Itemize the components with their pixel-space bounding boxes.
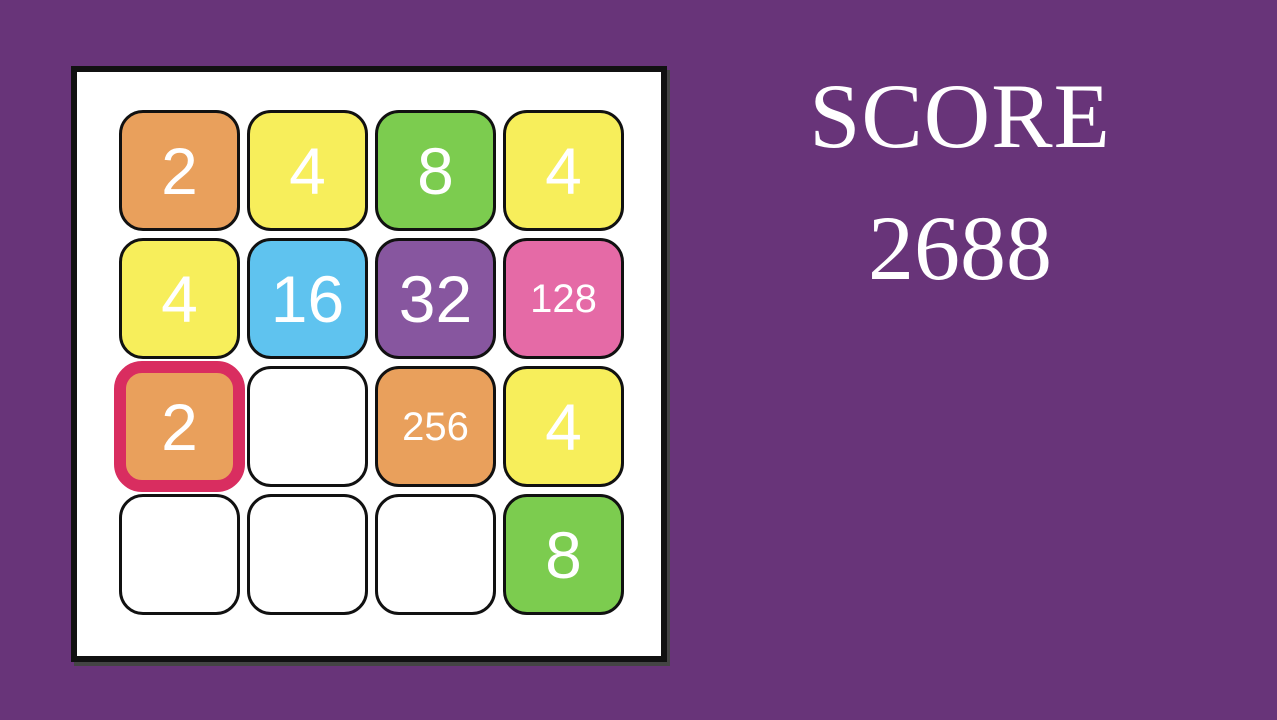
tile-r4-c1[interactable] — [119, 494, 240, 615]
game-board: 2 4 8 4 4 16 32 128 2 256 4 8 — [71, 66, 667, 662]
tile-r3-c1[interactable]: 2 — [114, 361, 245, 492]
score-value: 2688 — [868, 197, 1052, 299]
tile-r2-c1[interactable]: 4 — [119, 238, 240, 359]
tile-r2-c4[interactable]: 128 — [503, 238, 624, 359]
score-panel: SCORE 2688 — [760, 70, 1160, 294]
score-label: SCORE — [809, 65, 1111, 167]
tile-r3-c4[interactable]: 4 — [503, 366, 624, 487]
tile-r2-c2[interactable]: 16 — [247, 238, 368, 359]
tile-r3-c3[interactable]: 256 — [375, 366, 496, 487]
tile-r1-c1[interactable]: 2 — [119, 110, 240, 231]
tile-r4-c4[interactable]: 8 — [503, 494, 624, 615]
tile-r2-c3[interactable]: 32 — [375, 238, 496, 359]
tile-r4-c3[interactable] — [375, 494, 496, 615]
tile-r1-c3[interactable]: 8 — [375, 110, 496, 231]
tile-r4-c2[interactable] — [247, 494, 368, 615]
tile-r1-c2[interactable]: 4 — [247, 110, 368, 231]
tile-r3-c2[interactable] — [247, 366, 368, 487]
tile-r1-c4[interactable]: 4 — [503, 110, 624, 231]
tile-grid: 2 4 8 4 4 16 32 128 2 256 4 8 — [114, 110, 625, 617]
